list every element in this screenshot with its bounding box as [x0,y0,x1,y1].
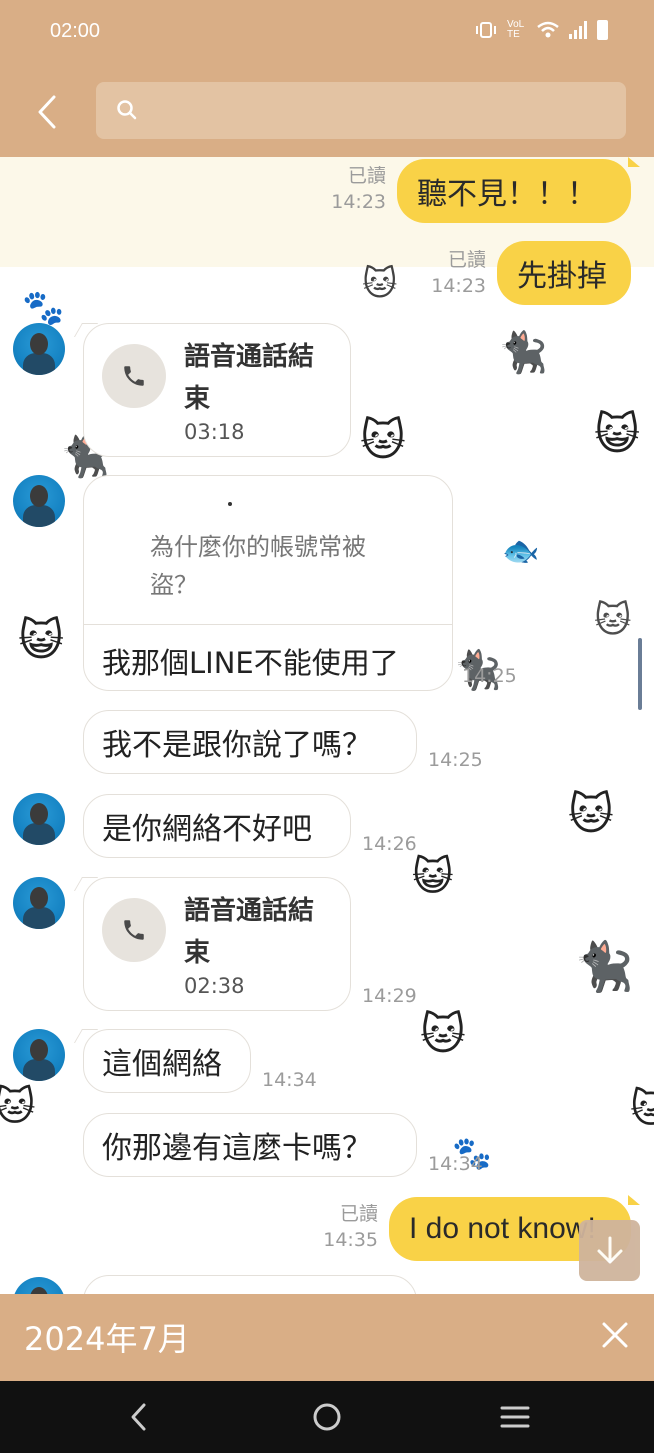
message-meta: 已讀 14:23 [300,163,386,215]
cat-face-icon: 🐈‍⬛ [574,939,634,995]
message-time: 14:35 [323,1229,378,1251]
message-text: 是你網絡不好吧 [102,812,312,847]
call-title: 語音通話結束 [184,342,315,414]
avatar[interactable] [13,475,65,527]
incoming-message[interactable]: 這個網絡 [83,1029,251,1093]
avatar[interactable] [13,793,65,845]
reply-message[interactable]: 為什麼你的帳號常被盜？ 我那個LINE不能使用了 [83,475,453,691]
cat-face-icon: 😺 [412,854,454,900]
paw-icon: 🐾 [22,288,65,328]
nav-recents-button[interactable] [495,1399,535,1435]
message-time: 14:29 [362,985,417,1007]
message-text: I do not know! [409,1212,596,1245]
nav-home-button[interactable] [307,1399,347,1435]
read-receipt: 已讀 [347,165,386,187]
divider [84,624,452,625]
cat-face-icon: 🐱 [362,264,398,304]
cat-face-icon: 🐱 [594,600,632,641]
status-icons: VoLTE [475,20,608,40]
cat-face-icon: 🐱 [568,789,614,840]
close-button[interactable] [600,1320,630,1350]
incoming-message[interactable]: 你那邊有這麼卡嗎？ [83,1113,417,1177]
message-text: 先掛掉 [517,259,607,294]
nav-menu-icon [500,1406,530,1428]
call-title: 語音通話結束 [184,896,315,968]
call-duration: 02:38 [184,974,245,998]
message-time: 14:25 [428,749,483,771]
scroll-to-bottom-button[interactable] [579,1220,640,1281]
phone-icon [124,920,144,940]
status-bar: 02:00 VoLTE [0,0,654,66]
incoming-message[interactable]: 是你網絡不好吧 [83,794,351,858]
wifi-icon [537,21,559,38]
incoming-message[interactable] [83,1275,417,1294]
cat-face-icon: 🐱 [360,415,406,466]
battery-icon [597,20,608,40]
avatar[interactable] [13,877,65,929]
call-icon-circle [102,344,166,408]
search-input[interactable] [96,82,626,139]
cat-face-icon: 😺 [18,615,64,666]
quoted-message[interactable]: 為什麼你的帳號常被盜？ [150,528,410,604]
signal-icon [569,21,587,39]
back-arrow-icon [38,95,56,129]
message-time: 14:34 [262,1069,317,1091]
date-banner: 2024年7月 [0,1294,654,1381]
call-ended-card[interactable]: 語音通話結束 03:18 [83,323,351,457]
read-receipt: 已讀 [339,1203,378,1225]
quote-dot [228,502,232,506]
bubble-tail [628,157,640,167]
message-text: 你那邊有這麼卡嗎？ [102,1131,372,1166]
avatar[interactable] [13,1277,65,1294]
avatar[interactable] [13,323,65,375]
read-receipt: 已讀 [447,249,486,271]
chat-header [0,66,654,157]
outgoing-message[interactable]: 聽不見！！！ [397,159,631,223]
phone-icon [124,366,144,386]
cat-face-icon: 😺 [594,409,640,460]
message-time: 14:26 [362,833,417,855]
message-text: 我那個LINE不能使用了 [102,646,399,680]
message-text: 我不是跟你說了嗎？ [102,728,372,763]
message-meta: 已讀 14:35 [292,1201,378,1253]
back-button[interactable] [30,92,64,132]
message-time: 14:34 [428,1153,483,1175]
message-text: 聽不見！！！ [417,177,597,212]
status-time: 02:00 [50,20,101,42]
outgoing-message[interactable]: 先掛掉 [497,241,631,305]
vibrate-icon [476,22,496,38]
nav-back-icon [131,1403,146,1431]
arrow-down-icon [597,1236,622,1263]
scrollbar-thumb[interactable] [638,638,642,710]
avatar[interactable] [13,1029,65,1081]
call-ended-card[interactable]: 語音通話結束 02:38 [83,877,351,1011]
nav-back-button[interactable] [118,1399,158,1435]
message-meta: 已讀 14:23 [400,247,486,299]
chat-messages[interactable]: 🐾 🐱 🐈‍⬛ 🐱 😺 🐈‍⬛ 🐟 🐱 😺 🐈‍⬛ 🐱 😺 🐈‍⬛ 🐱 🐾 🐱 … [0,157,654,1294]
message-time: 14:23 [431,275,486,297]
close-icon [602,1322,628,1348]
incoming-message[interactable]: 我不是跟你說了嗎？ [83,710,417,774]
cat-face-icon: 🐱 [0,1084,36,1130]
bubble-tail [628,1195,640,1205]
call-icon-circle [102,898,166,962]
nav-home-icon [313,1403,341,1431]
network-label: VoLTE [507,19,525,40]
fish-icon: 🐟 [502,534,540,569]
search-icon [117,100,137,120]
message-time: 14:25 [462,665,517,687]
cat-face-icon: 🐈‍⬛ [498,330,548,376]
message-time: 14:23 [331,191,386,213]
cat-face-icon: 🐱 [630,1086,654,1132]
system-nav-bar [0,1381,654,1453]
cat-face-icon: 🐱 [420,1009,466,1060]
call-duration: 03:18 [184,420,245,444]
message-text: 這個網絡 [102,1047,222,1082]
date-label[interactable]: 2024年7月 [24,1314,190,1360]
